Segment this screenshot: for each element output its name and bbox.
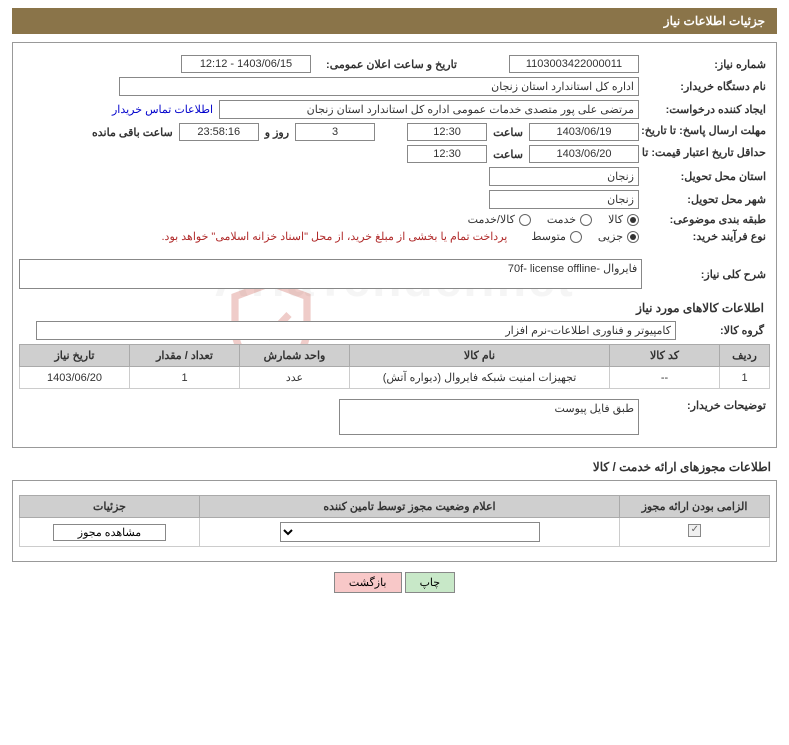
deadline-label: مهلت ارسال پاسخ: تا تاریخ: [645, 125, 770, 138]
cell-qty: 1 [130, 367, 240, 389]
radio-dot-icon [627, 231, 639, 243]
row-buyer: نام دستگاه خریدار: اداره کل استاندارد اس… [19, 77, 770, 96]
desc-label: شرح کلی نیاز: [648, 268, 770, 281]
radio-dot-icon [627, 214, 639, 226]
countdown-field: 23:58:16 [179, 123, 259, 141]
radio-both[interactable]: کالا/خدمت [468, 213, 531, 226]
print-button[interactable]: چاپ [405, 572, 456, 593]
days-field: 3 [295, 123, 375, 141]
col-unit: واحد شمارش [240, 345, 350, 367]
col-date: تاریخ نیاز [20, 345, 130, 367]
row-province: استان محل تحویل: زنجان [19, 167, 770, 186]
validity-label: حداقل تاریخ اعتبار قیمت: تا تاریخ: [645, 147, 770, 160]
goods-header-row: ردیف کد کالا نام کالا واحد شمارش تعداد /… [20, 345, 770, 367]
radio-service[interactable]: خدمت [547, 213, 592, 226]
deadline-date-field: 1403/06/19 [529, 123, 639, 141]
announce-field: 1403/06/15 - 12:12 [181, 55, 311, 73]
category-label: طبقه بندی موضوعی: [645, 213, 770, 226]
cell-detail: مشاهده مجوز [20, 518, 200, 547]
cell-name: تجهیزات امنیت شبکه فایروال (دیواره آتش) [350, 367, 610, 389]
main-details-box: AriaTender.net شماره نیاز: 1103003422000… [12, 42, 777, 448]
radio-dot-icon [570, 231, 582, 243]
radio-dot-icon [519, 214, 531, 226]
buyer-note-label: توضیحات خریدار: [645, 399, 770, 412]
process-note: پرداخت تمام یا بخشی از مبلغ خرید، از محل… [162, 230, 508, 243]
header-title: جزئیات اطلاعات نیاز [664, 14, 765, 28]
process-label: نوع فرآیند خرید: [645, 230, 770, 243]
row-need-number: شماره نیاز: 1103003422000011 تاریخ و ساع… [19, 55, 770, 73]
deadline-time-field: 12:30 [407, 123, 487, 141]
requester-label: ایجاد کننده درخواست: [645, 103, 770, 116]
row-requester: ایجاد کننده درخواست: مرتضی علی پور متصدی… [19, 100, 770, 119]
cell-code: -- [610, 367, 720, 389]
col-code: کد کالا [610, 345, 720, 367]
contact-link[interactable]: اطلاعات تماس خریدار [112, 103, 213, 116]
col-qty: تعداد / مقدار [130, 345, 240, 367]
cell-date: 1403/06/20 [20, 367, 130, 389]
col-status: اعلام وضعیت مجوز توسط تامین کننده [200, 496, 620, 518]
row-category: طبقه بندی موضوعی: کالا خدمت کالا/خدمت [19, 213, 770, 226]
checkbox-mandatory[interactable] [688, 524, 701, 537]
province-field: زنجان [489, 167, 639, 186]
requester-field: مرتضی علی پور متصدی خدمات عمومی اداره کل… [219, 100, 639, 119]
row-deadline: مهلت ارسال پاسخ: تا تاریخ: 1403/06/19 سا… [19, 123, 770, 141]
radio-goods[interactable]: کالا [608, 213, 639, 226]
license-table: الزامی بودن ارائه مجوز اعلام وضعیت مجوز … [19, 495, 770, 547]
need-number-field: 1103003422000011 [509, 55, 639, 73]
radio-dot-icon [580, 214, 592, 226]
license-header-row: الزامی بودن ارائه مجوز اعلام وضعیت مجوز … [20, 496, 770, 518]
cell-mandatory [620, 518, 770, 547]
cell-idx: 1 [720, 367, 770, 389]
license-box: الزامی بودن ارائه مجوز اعلام وضعیت مجوز … [12, 480, 777, 562]
time-label-1: ساعت [493, 126, 523, 139]
days-label: روز و [265, 126, 289, 139]
province-label: استان محل تحویل: [645, 170, 770, 183]
need-number-label: شماره نیاز: [645, 58, 770, 71]
validity-time-field: 12:30 [407, 145, 487, 163]
license-row: مشاهده مجوز [20, 518, 770, 547]
row-process: نوع فرآیند خرید: جزیی متوسط پرداخت تمام … [19, 230, 770, 243]
button-row: چاپ بازگشت [0, 572, 789, 593]
view-license-button[interactable]: مشاهده مجوز [53, 524, 166, 541]
goods-table: ردیف کد کالا نام کالا واحد شمارش تعداد /… [19, 344, 770, 389]
buyer-note-field: طبق فایل پیوست [339, 399, 639, 435]
cell-unit: عدد [240, 367, 350, 389]
buyer-field: اداره کل استاندارد استان زنجان [119, 77, 639, 96]
col-row: ردیف [720, 345, 770, 367]
row-validity: حداقل تاریخ اعتبار قیمت: تا تاریخ: 1403/… [19, 145, 770, 163]
col-detail: جزئیات [20, 496, 200, 518]
cell-status [200, 518, 620, 547]
city-field: زنجان [489, 190, 639, 209]
validity-date-field: 1403/06/20 [529, 145, 639, 163]
remain-label: ساعت باقی مانده [92, 126, 173, 139]
table-row: 1 -- تجهیزات امنیت شبکه فایروال (دیواره … [20, 367, 770, 389]
category-radio-group: کالا خدمت کالا/خدمت [468, 213, 639, 226]
back-button[interactable]: بازگشت [334, 572, 402, 593]
goods-group-label: گروه کالا: [684, 324, 764, 337]
time-label-2: ساعت [493, 148, 523, 161]
license-section-title: اطلاعات مجوزهای ارائه خدمت / کالا [6, 460, 771, 474]
desc-field: فایروال -70f- license offline [19, 259, 642, 289]
row-buyer-note: توضیحات خریدار: طبق فایل پیوست [19, 399, 770, 435]
goods-section-title: اطلاعات کالاهای مورد نیاز [25, 301, 764, 315]
row-desc: شرح کلی نیاز: فایروال -70f- license offl… [19, 259, 770, 289]
radio-partial[interactable]: جزیی [598, 230, 639, 243]
buyer-label: نام دستگاه خریدار: [645, 80, 770, 93]
col-name: نام کالا [350, 345, 610, 367]
row-city: شهر محل تحویل: زنجان [19, 190, 770, 209]
goods-group-field: کامپیوتر و فناوری اطلاعات-نرم افزار [36, 321, 676, 340]
announce-label: تاریخ و ساعت اعلان عمومی: [317, 58, 457, 71]
header-bar: جزئیات اطلاعات نیاز [12, 8, 777, 34]
status-select[interactable] [280, 522, 540, 542]
radio-medium[interactable]: متوسط [531, 230, 582, 243]
row-goods-group: گروه کالا: کامپیوتر و فناوری اطلاعات-نرم… [25, 321, 764, 340]
col-mandatory: الزامی بودن ارائه مجوز [620, 496, 770, 518]
process-radio-group: جزیی متوسط [531, 230, 639, 243]
city-label: شهر محل تحویل: [645, 193, 770, 206]
